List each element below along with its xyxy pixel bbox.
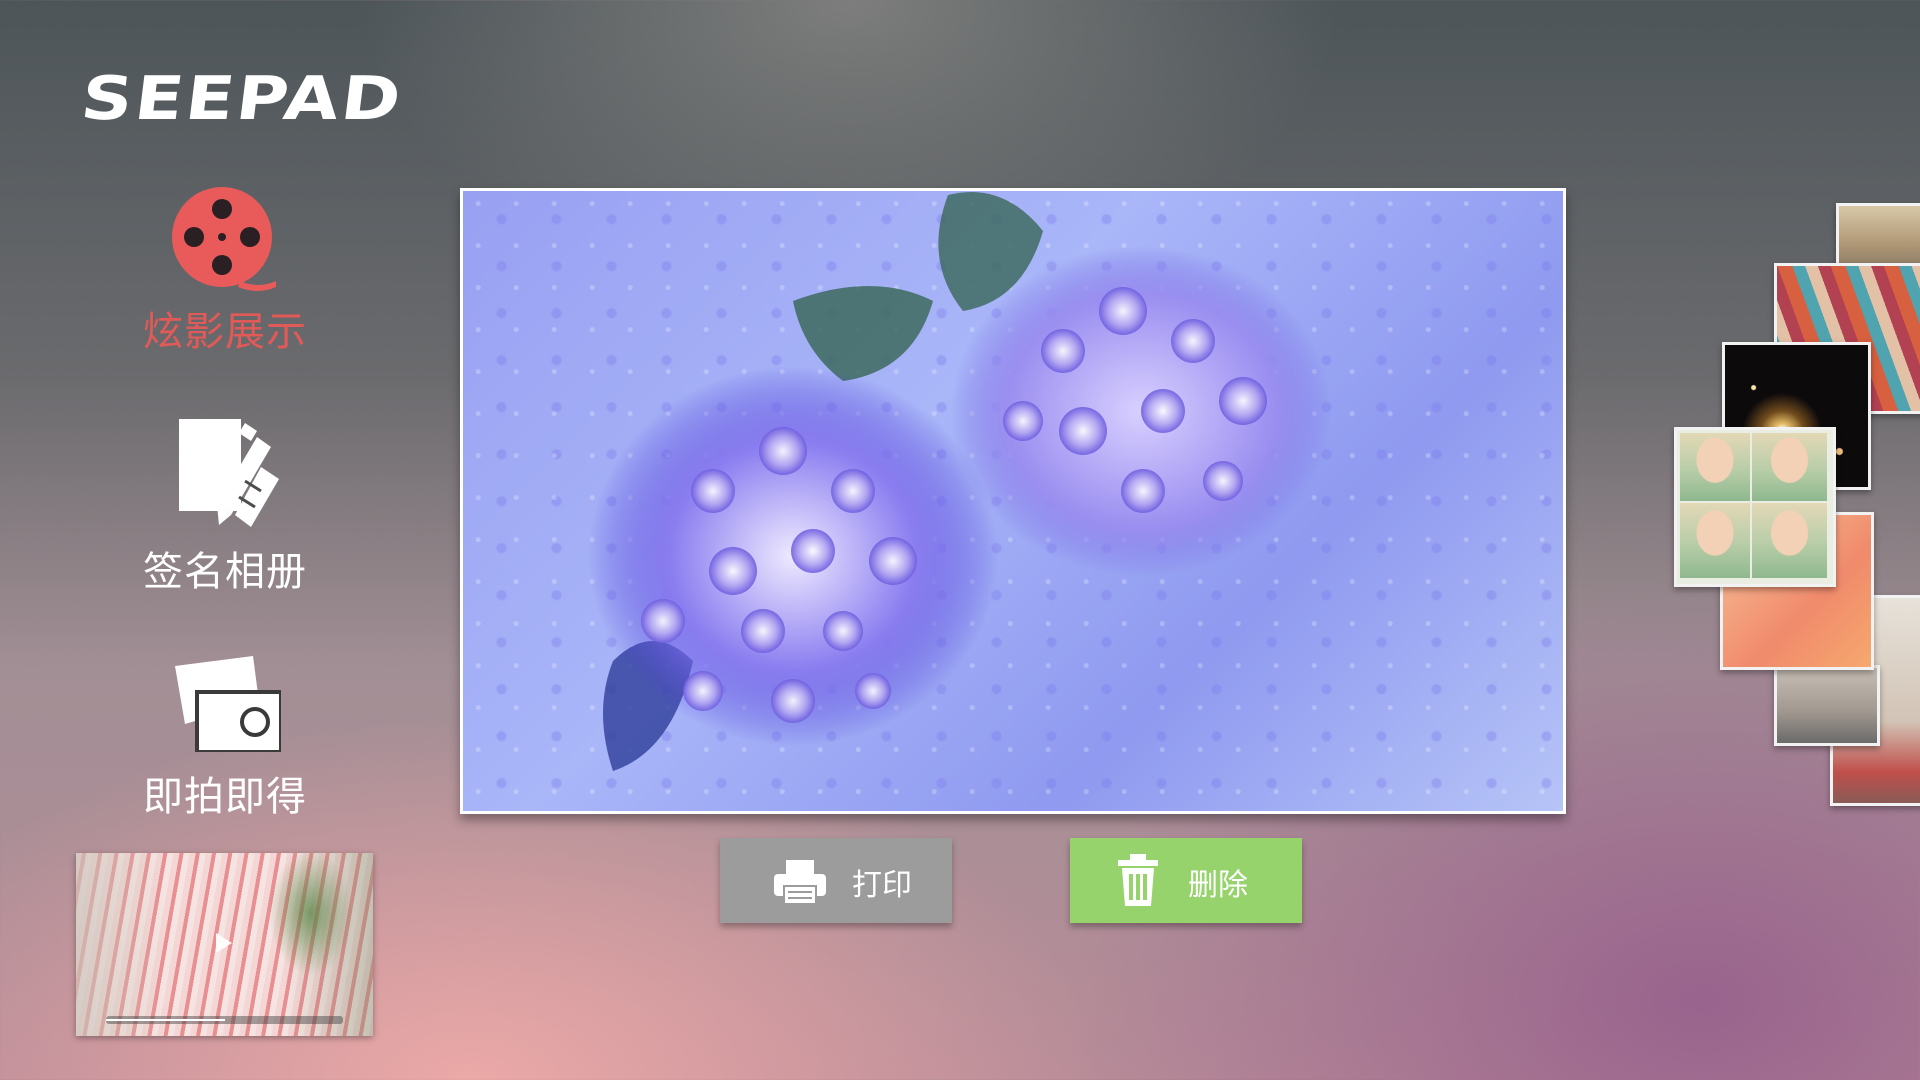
main-photo-viewer[interactable]: [460, 188, 1566, 814]
seepad-logo: SEEPAD: [77, 64, 407, 134]
video-progress-fill: [106, 1019, 225, 1021]
camera-photos-icon: [175, 656, 281, 752]
sidebar-item-instant-photo[interactable]: 即拍即得: [110, 640, 340, 822]
print-button[interactable]: 打印: [720, 838, 952, 923]
play-icon[interactable]: [216, 933, 232, 953]
signature-album-icon: [179, 419, 279, 527]
video-progress-bar[interactable]: [106, 1016, 343, 1024]
gallery-thumbnail[interactable]: [1774, 665, 1880, 746]
photo-tile: [1752, 503, 1827, 578]
sidebar-item-showcase[interactable]: 炫影展示: [110, 185, 340, 357]
hydrangea-photo: [588, 191, 1331, 771]
film-reel-icon: [172, 187, 276, 291]
photo-tile: [1680, 433, 1750, 501]
delete-button[interactable]: 删除: [1070, 838, 1302, 923]
sidebar-item-label: 即拍即得: [143, 774, 307, 820]
trash-icon: [1118, 854, 1158, 906]
photo-tile: [1752, 433, 1827, 501]
gallery-thumbnail[interactable]: [1674, 427, 1836, 587]
sidebar-item-label: 炫影展示: [143, 309, 307, 355]
delete-button-label: 删除: [1188, 868, 1248, 903]
print-button-label: 打印: [852, 868, 912, 903]
sidebar-item-signature-album[interactable]: 签名相册: [110, 415, 340, 597]
sidebar-item-label: 签名相册: [143, 549, 307, 595]
gallery-thumbnail[interactable]: [1836, 203, 1920, 269]
photo-tile: [1680, 503, 1750, 578]
video-thumbnail[interactable]: [76, 853, 373, 1036]
printer-icon: [774, 860, 826, 905]
